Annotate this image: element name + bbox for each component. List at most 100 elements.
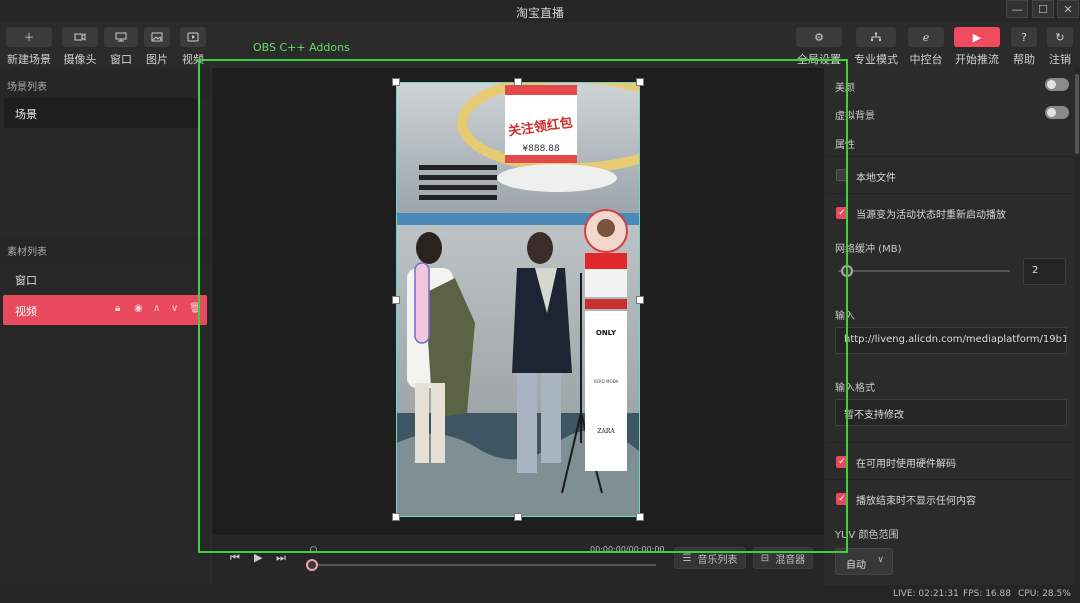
new-scene-button[interactable]: ＋ 新建场景 [6, 27, 52, 67]
livestream-frame: 关注领红包 ¥888.88 ONLY VERO MODA ZARA [397, 83, 639, 516]
global-settings-label: 全局设置 [797, 53, 841, 66]
network-buffer-slider[interactable] [838, 270, 1010, 272]
hide-on-end-label: 播放结束时不显示任何内容 [856, 496, 976, 507]
obs-addons-label: OBS C++ Addons [253, 41, 350, 54]
camera-icon [62, 27, 98, 47]
delete-icon[interactable]: 🗑︎ [189, 303, 202, 314]
global-settings-button[interactable]: ⚙ 全局设置 [796, 27, 842, 67]
camera-label: 摄像头 [63, 53, 97, 66]
yuv-range-label: YUV 颜色范围 [835, 530, 899, 541]
cpu-readout: CPU: 28.5% [1018, 589, 1071, 599]
network-buffer-input[interactable]: 2 [1023, 258, 1066, 285]
left-panel: 场景列表 场景 素材列表 窗口 视频 🔒︎ ◉ ∧ ∨ 🗑︎ [0, 68, 210, 585]
title-bar: 淘宝直播 — ☐ ✕ [0, 0, 1080, 22]
resize-handle[interactable] [392, 513, 400, 521]
input-url-field[interactable]: http://liveng.alicdn.com/mediaplatform/1… [835, 327, 1067, 354]
resize-handle[interactable] [636, 78, 644, 86]
properties-header: 属性 [835, 140, 855, 151]
console-button[interactable]: ℯ 中控台 [908, 27, 944, 67]
input-label: 输入 [835, 311, 855, 322]
network-buffer-label: 网络缓冲 (MB) [835, 244, 902, 255]
resize-handle[interactable] [514, 513, 522, 521]
properties-panel: 美颜 虚拟背景 属性 本地文件 ✓ 当源变为活动状态时重新启动播放 网络缓冲 (… [826, 68, 1080, 585]
hw-decode-label: 在可用时使用硬件解码 [856, 459, 956, 470]
new-scene-label: 新建场景 [7, 53, 51, 66]
help-button[interactable]: ? 帮助 [1011, 27, 1037, 67]
hide-on-end-row: ✓ 播放结束时不显示任何内容 [826, 479, 1072, 515]
input-format-label: 输入格式 [835, 383, 875, 394]
seek-start-marker[interactable] [310, 546, 317, 553]
minimize-button[interactable]: — [1006, 0, 1028, 18]
beauty-label: 美颜 [835, 83, 855, 94]
close-button[interactable]: ✕ [1057, 0, 1079, 18]
status-bar: LIVE: 02:21:31 FPS: 16.88 CPU: 28.5% [0, 585, 1080, 603]
scrollbar-thumb[interactable] [1075, 74, 1079, 154]
media-controls: ⏮︎ ▶ ⏭︎ 00:00:00/00:00:00 ☰ 音乐列表 ⊟ 混音器 [212, 535, 824, 585]
seek-track[interactable] [310, 564, 656, 566]
move-up-icon[interactable]: ∧ [153, 303, 160, 314]
source-item-video[interactable]: 视频 🔒︎ ◉ ∧ ∨ 🗑︎ [3, 295, 207, 325]
beauty-toggle[interactable] [1045, 78, 1069, 91]
virtual-background-toggle[interactable] [1045, 106, 1069, 119]
lock-icon[interactable]: 🔒︎ [115, 303, 120, 314]
maximize-button[interactable]: ☐ [1032, 0, 1054, 18]
logout-label: 注销 [1049, 53, 1071, 66]
play-icon: ▶ [954, 27, 1000, 47]
camera-button[interactable]: 摄像头 [62, 27, 98, 67]
seek-knob[interactable] [306, 559, 318, 571]
help-label: 帮助 [1013, 53, 1035, 66]
yuv-range-value: 自动 [846, 560, 866, 571]
resize-handle[interactable] [636, 513, 644, 521]
music-list-button[interactable]: ☰ 音乐列表 [674, 547, 746, 569]
mixer-button[interactable]: ⊟ 混音器 [753, 547, 813, 569]
live-duration: LIVE: 02:21:31 [893, 589, 959, 599]
pro-mode-button[interactable]: 专业模式 [854, 27, 898, 67]
brand-logo: ZARA [597, 428, 615, 435]
fps-readout: FPS: 16.88 [963, 589, 1011, 599]
hide-on-end-checkbox[interactable]: ✓ [836, 493, 848, 505]
resize-handle[interactable] [392, 78, 400, 86]
source-item-window[interactable]: 窗口 [3, 264, 207, 294]
video-source-button[interactable]: 视频 [180, 27, 206, 67]
scene-item[interactable]: 场景 [4, 98, 198, 128]
start-stream-label: 开始推流 [955, 53, 999, 66]
brand-logo: ONLY [596, 329, 617, 337]
eye-icon[interactable]: ◉ [134, 303, 143, 314]
resize-handle[interactable] [636, 296, 644, 304]
list-icon: ☰ [682, 552, 692, 564]
resize-handle[interactable] [392, 296, 400, 304]
plus-icon: ＋ [6, 27, 52, 47]
start-stream-button[interactable]: ▶ 开始推流 [954, 27, 1000, 67]
window-source-button[interactable]: 窗口 [104, 27, 138, 67]
input-format-field[interactable]: 暂不支持修改 [835, 399, 1067, 426]
mixer-label: 混音器 [775, 554, 806, 566]
window-title: 淘宝直播 [515, 6, 564, 20]
local-file-label: 本地文件 [856, 173, 896, 184]
restart-row: ✓ 当源变为活动状态时重新启动播放 [826, 193, 1072, 229]
virtual-background-label: 虚拟背景 [835, 111, 875, 122]
source-list-header: 素材列表 [0, 235, 210, 263]
monitor-icon [104, 27, 138, 47]
logout-icon: ↻ [1047, 27, 1073, 47]
hw-decode-checkbox[interactable]: ✓ [836, 456, 848, 468]
play-icon[interactable]: ▶ [254, 551, 262, 564]
hierarchy-icon [856, 27, 896, 47]
next-icon[interactable]: ⏭︎ [276, 551, 286, 565]
previous-icon[interactable]: ⏮︎ [230, 551, 240, 565]
video-source-canvas[interactable]: 关注领红包 ¥888.88 ONLY VERO MODA ZARA [396, 82, 640, 517]
resize-handle[interactable] [514, 78, 522, 86]
restart-checkbox[interactable]: ✓ [836, 207, 848, 219]
logout-button[interactable]: ↻ 注销 [1047, 27, 1073, 67]
local-file-checkbox[interactable] [836, 169, 848, 181]
restart-label: 当源变为活动状态时重新启动播放 [856, 210, 1006, 221]
video-label: 视频 [182, 53, 204, 66]
network-buffer-knob[interactable] [841, 265, 853, 277]
move-down-icon[interactable]: ∨ [171, 303, 178, 314]
source-label: 视频 [15, 305, 37, 318]
console-label: 中控台 [909, 53, 943, 66]
image-source-button[interactable]: 图片 [144, 27, 170, 67]
pro-mode-label: 专业模式 [854, 53, 898, 66]
yuv-range-select[interactable]: 自动 ∨ [835, 548, 893, 575]
timecode: 00:00:00/00:00:00 [590, 545, 665, 554]
gear-icon: ⚙ [796, 27, 842, 47]
